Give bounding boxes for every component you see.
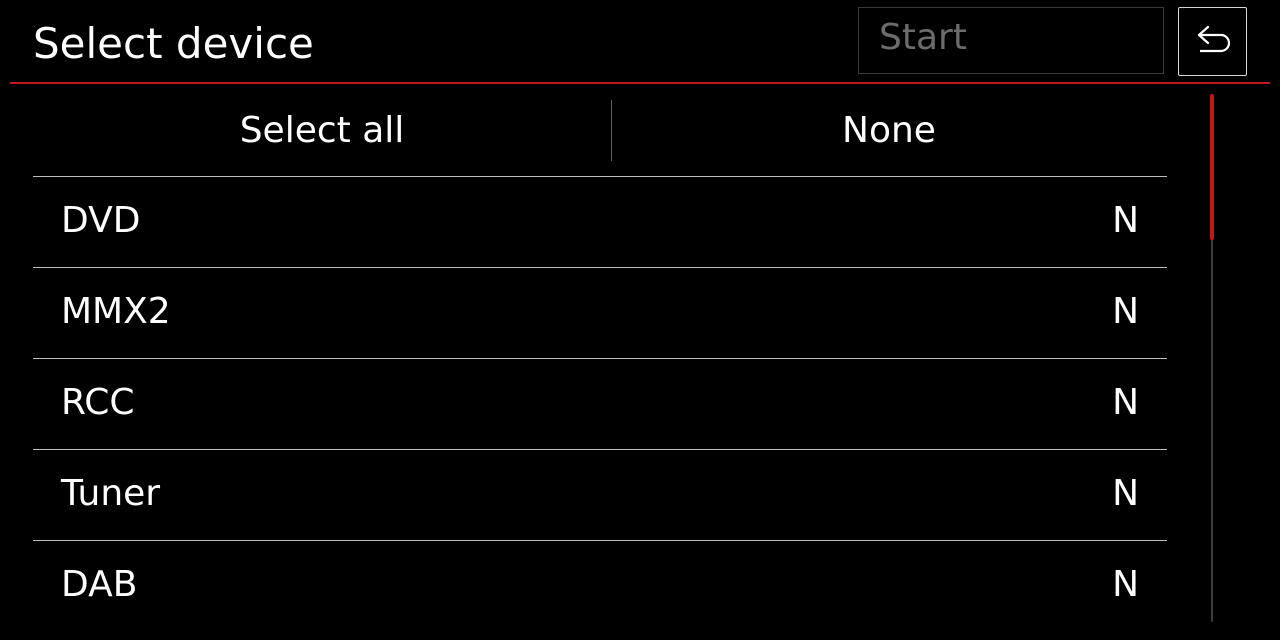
list-item-value: N <box>1112 291 1139 332</box>
list-item-label: RCC <box>61 382 135 423</box>
start-button[interactable]: Start <box>858 7 1164 74</box>
list-item-dvd[interactable]: DVD N <box>33 176 1167 267</box>
return-arrow-icon <box>1197 25 1230 52</box>
list-item-value: N <box>1112 200 1139 241</box>
list-item-value: N <box>1112 473 1139 514</box>
device-list: DVD N MMX2 N RCC N Tuner N DAB N <box>33 176 1167 631</box>
list-item-dab[interactable]: DAB N <box>33 540 1167 631</box>
back-button[interactable] <box>1178 7 1247 76</box>
list-item-mmx2[interactable]: MMX2 N <box>33 267 1167 358</box>
list-item-value: N <box>1112 564 1139 605</box>
list-item-label: DAB <box>61 564 138 605</box>
list-item-label: MMX2 <box>61 291 171 332</box>
list-item-label: DVD <box>61 200 141 241</box>
scrollbar-thumb[interactable] <box>1210 94 1214 240</box>
select-none-button[interactable]: None <box>611 88 1167 176</box>
list-item-label: Tuner <box>61 473 161 514</box>
list-item-rcc[interactable]: RCC N <box>33 358 1167 449</box>
list-item-tuner[interactable]: Tuner N <box>33 449 1167 540</box>
header-divider <box>10 82 1270 84</box>
list-item-value: N <box>1112 382 1139 423</box>
page-title: Select device <box>33 19 314 68</box>
selection-controls: Select all None <box>33 88 1167 176</box>
select-all-button[interactable]: Select all <box>33 88 611 176</box>
